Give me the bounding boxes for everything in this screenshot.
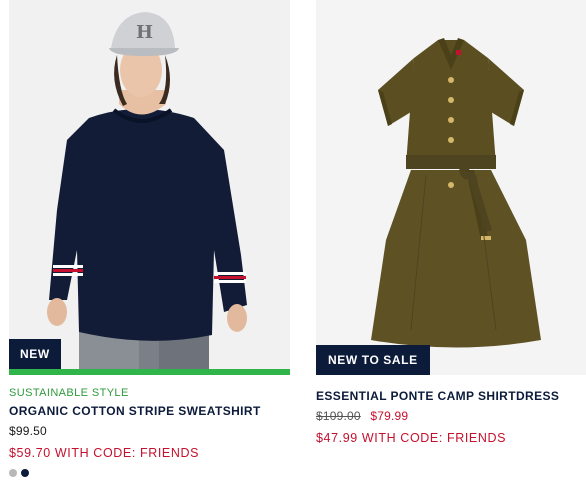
sale-price: $79.99	[370, 409, 409, 423]
product-image[interactable]: H NEW	[9, 0, 290, 375]
new-badge: NEW	[9, 339, 61, 369]
product-info: SUSTAINABLE STYLE ORGANIC COTTON STRIPE …	[9, 375, 290, 477]
swatch-navy[interactable]	[21, 469, 29, 477]
promo-price: $47.99 WITH CODE: FRIENDS	[316, 431, 507, 445]
product-image[interactable]: NEW TO SALE	[316, 0, 586, 375]
price-row: $99.50	[9, 424, 290, 439]
shirtdress-image	[371, 38, 541, 348]
product-price: $99.50	[9, 424, 47, 438]
original-price: $109.00	[316, 409, 361, 423]
promo-price: $59.70 WITH CODE: FRIENDS	[9, 446, 200, 460]
product-card[interactable]: NEW TO SALE ESSENTIAL PONTE CAMP SHIRTDR…	[316, 0, 586, 446]
model-sweatshirt-image: H	[47, 12, 247, 375]
price-row: $109.00 $79.99	[316, 409, 586, 424]
color-swatches	[9, 469, 290, 477]
product-name[interactable]: ESSENTIAL PONTE CAMP SHIRTDRESS	[316, 389, 586, 404]
swatch-grey[interactable]	[9, 469, 17, 477]
product-card[interactable]: H NEW SUSTAINABLE STYLE ORGANIC COTTON S…	[9, 0, 290, 477]
new-to-sale-badge: NEW TO SALE	[316, 345, 430, 375]
svg-text:H: H	[136, 22, 153, 43]
product-grid: H NEW SUSTAINABLE STYLE ORGANIC COTTON S…	[0, 0, 586, 487]
product-name[interactable]: ORGANIC COTTON STRIPE SWEATSHIRT	[9, 404, 290, 419]
sustainable-tag: SUSTAINABLE STYLE	[9, 387, 129, 399]
sustainable-indicator-bar	[9, 369, 290, 375]
product-info: ESSENTIAL PONTE CAMP SHIRTDRESS $109.00 …	[316, 375, 586, 446]
